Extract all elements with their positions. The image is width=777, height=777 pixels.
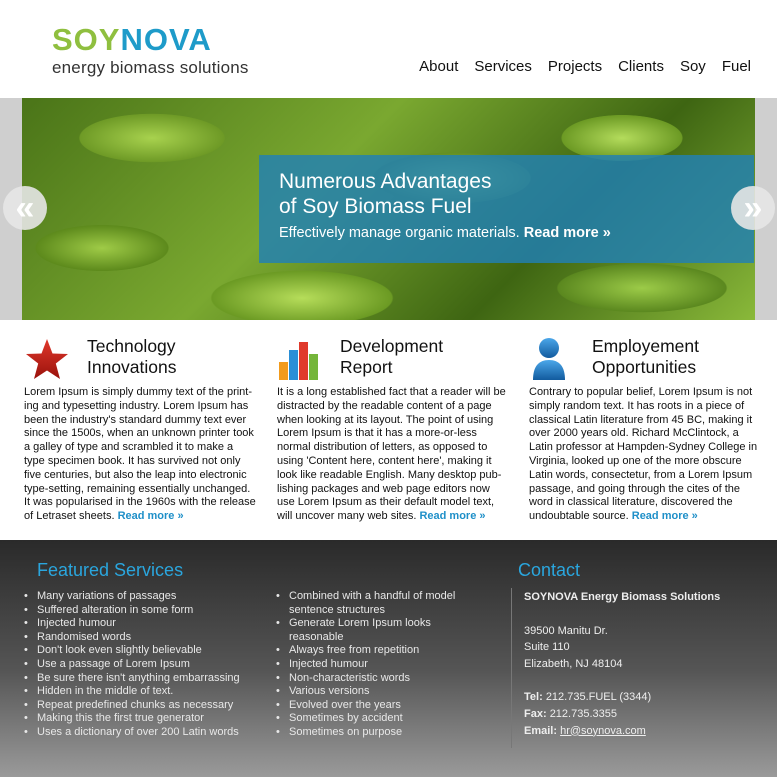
feature-body: Contrary to popular belief, Lorem Ipsum … <box>529 386 758 523</box>
fax-label: Fax: <box>524 707 547 720</box>
nav-about[interactable]: About <box>419 58 458 75</box>
contact-address-line3: Elizabeth, NJ 48104 <box>524 657 623 670</box>
contact-fax: Fax: 212.735.3355 <box>524 708 720 722</box>
logo-wordmark: SOYNOVA <box>52 24 249 55</box>
service-list-item: Non-characteristic words <box>276 672 466 686</box>
feature-employment: Employement Opportunities Contrary to po… <box>529 336 761 524</box>
person-icon <box>529 336 575 382</box>
feature-text: Contrary to popular belief, Lorem Ipsum … <box>529 386 761 524</box>
contact-email: Email: hr@soynova.com <box>524 725 720 739</box>
feature-text: It is a long established fact that a rea… <box>277 386 509 524</box>
feature-text: Lorem Ipsum is simply dummy text of the … <box>24 386 256 524</box>
hero-title-line2: of Soy Biomass Fuel <box>279 195 472 218</box>
feature-title: Employement Opportunities <box>592 336 761 378</box>
logo[interactable]: SOYNOVA energy biomass solutions <box>52 24 249 78</box>
hero-slider: Numerous Advantages of Soy Biomass Fuel … <box>0 98 777 320</box>
tel-label: Tel: <box>524 691 543 704</box>
chevron-right-icon: » <box>743 188 763 227</box>
hero-subtitle-text: Effectively manage organic materials. <box>279 225 520 241</box>
slider-prev-button[interactable]: « <box>3 186 47 230</box>
read-more-link[interactable]: Read more » <box>118 510 184 522</box>
service-list-item: Various versions <box>276 685 466 699</box>
service-list-item: Sometimes by accident <box>276 712 466 726</box>
nav-services[interactable]: Services <box>474 58 532 75</box>
nav-soy[interactable]: Soy <box>680 58 706 75</box>
main-nav: About Services Projects Clients Soy Fuel <box>403 58 751 75</box>
feature-title: Technology Innovations <box>87 336 256 378</box>
features-section: Technology Innovations Lorem Ipsum is si… <box>0 320 777 540</box>
feature-title-line1: Technology <box>87 336 176 356</box>
feature-title: Development Report <box>340 336 509 378</box>
slider-next-button[interactable]: » <box>731 186 775 230</box>
contact-title: Contact <box>518 560 581 580</box>
services-list-col1: Many variations of passagesSuffered alte… <box>24 590 264 740</box>
nav-clients[interactable]: Clients <box>618 58 664 75</box>
service-list-item: Generate Lorem Ipsum looks reasonable <box>276 617 466 644</box>
star-icon <box>24 336 70 382</box>
feature-technology: Technology Innovations Lorem Ipsum is si… <box>24 336 256 524</box>
chevron-left-icon: « <box>15 188 35 227</box>
feature-title-line1: Employement <box>592 336 699 356</box>
contact-tel: Tel: 212.735.FUEL (3344) <box>524 691 720 705</box>
service-list-item: Sometimes on purpose <box>276 726 466 740</box>
hero-caption: Numerous Advantages of Soy Biomass Fuel … <box>259 155 754 263</box>
service-list-item: Repeat predefined chunks as necessary <box>24 699 264 713</box>
service-list-item: Don't look even slightly believable <box>24 644 264 658</box>
logo-tagline: energy biomass solutions <box>52 58 249 77</box>
service-list-item: Randomised words <box>24 631 264 645</box>
services-list-col2: Combined with a handful of model sentenc… <box>276 590 466 740</box>
feature-title-line2: Report <box>340 357 393 377</box>
feature-development: Development Report It is a long establis… <box>277 336 509 524</box>
service-list-item: Many variations of passages <box>24 590 264 604</box>
service-list-item: Suffered alteration in some form <box>24 604 264 618</box>
featured-services-title: Featured Services <box>37 560 184 580</box>
hero-read-more-link[interactable]: Read more » <box>524 225 611 241</box>
service-list-item: Use a passage of Lorem Ipsum <box>24 658 264 672</box>
contact-address-line2: Suite 110 <box>524 641 570 654</box>
tel-value[interactable]: 212.735.FUEL (3344) <box>546 691 651 703</box>
logo-nova: NOVA <box>120 22 212 57</box>
contact-block: SOYNOVA Energy Biomass Solutions 39500 M… <box>524 591 720 738</box>
logo-soy: SOY <box>52 22 121 57</box>
hero-title-line1: Numerous Advantages <box>279 170 492 193</box>
email-link[interactable]: hr@soynova.com <box>560 725 646 737</box>
service-list-item: Injected humour <box>24 617 264 631</box>
site-header: SOYNOVA energy biomass solutions About S… <box>0 0 777 98</box>
hero-subtitle: Effectively manage organic materials. Re… <box>279 225 734 241</box>
nav-projects[interactable]: Projects <box>548 58 602 75</box>
footer-divider <box>511 588 512 748</box>
read-more-link[interactable]: Read more » <box>419 510 485 522</box>
email-label: Email: <box>524 724 558 737</box>
contact-company: SOYNOVA Energy Biomass Solutions <box>524 591 721 603</box>
hero-title: Numerous Advantages of Soy Biomass Fuel <box>279 169 734 219</box>
service-list-item: Combined with a handful of model sentenc… <box>276 590 466 617</box>
feature-title-line2: Opportunities <box>592 357 697 377</box>
feature-title-line2: Innovations <box>87 357 177 377</box>
contact-address-line1: 39500 Manitu Dr. <box>524 624 608 637</box>
nav-fuel[interactable]: Fuel <box>722 58 751 75</box>
service-list-item: Making this the first true generator <box>24 712 264 726</box>
feature-body: Lorem Ipsum is simply dummy text of the … <box>24 386 256 523</box>
service-list-item: Evolved over the years <box>276 699 466 713</box>
service-list-item: Be sure there isn't anything embarrassin… <box>24 672 264 686</box>
service-list-item: Injected humour <box>276 658 466 672</box>
read-more-link[interactable]: Read more » <box>632 510 698 522</box>
service-list-item: Uses a dictionary of over 200 Latin word… <box>24 726 264 740</box>
feature-title-line1: Development <box>340 336 444 356</box>
service-list-item: Hidden in the middle of text. <box>24 685 264 699</box>
fax-value: 212.735.3355 <box>549 707 617 720</box>
bar-chart-icon <box>277 336 323 382</box>
service-list-item: Always free from repetition <box>276 644 466 658</box>
feature-body: It is a long established fact that a rea… <box>277 386 506 523</box>
